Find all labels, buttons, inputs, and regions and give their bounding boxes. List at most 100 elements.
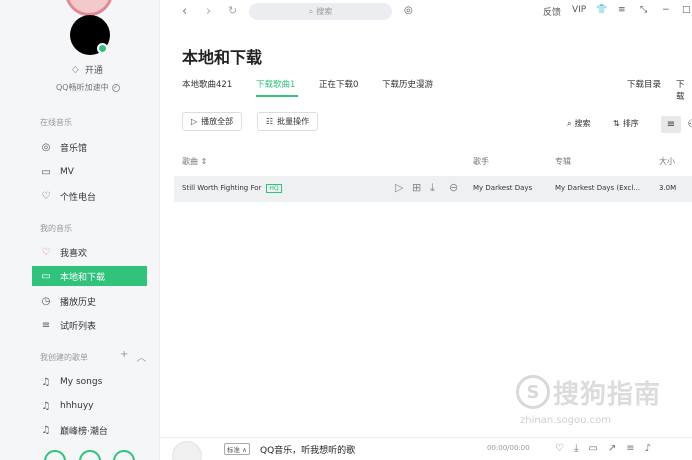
feedback-link[interactable]: 反馈 — [543, 5, 561, 18]
sidebar-item-label: 我喜欢 — [60, 248, 88, 259]
music-note-icon: ♫ — [41, 400, 51, 412]
search-icon: ⌕ — [567, 118, 572, 128]
vip-open-link[interactable]: ◇ 开通 — [72, 63, 103, 77]
chevron-up-icon[interactable]: ︿ — [136, 349, 146, 364]
artist-cell[interactable]: My Darkest Days — [473, 184, 532, 192]
sidebar-item-history[interactable]: ◷ 播放历史 — [32, 291, 147, 311]
menu-icon[interactable]: ≡ — [618, 5, 626, 15]
sidebar-item-mv[interactable]: ▭ MV — [32, 162, 147, 182]
person-icon: ⚇ — [688, 119, 692, 130]
music-note-icon: ♫ — [41, 424, 51, 436]
online-badge-icon — [97, 43, 108, 54]
column-header-album[interactable]: 专辑 — [555, 156, 571, 167]
column-song-label: 歌曲 — [182, 157, 198, 166]
sidebar-item-label: My songs — [60, 377, 103, 387]
vip-open-label: 开通 — [84, 66, 103, 76]
sidebar-item-label: 本地和下载 — [60, 272, 106, 283]
size-cell: 3.0M — [659, 184, 677, 192]
maximize-icon[interactable]: □ — [682, 5, 691, 15]
column-header-artist[interactable]: 歌手 — [473, 156, 489, 167]
search-icon: ⌕ — [308, 6, 314, 16]
sidebar-item-label: 巅峰榜·潮台 — [60, 426, 108, 437]
sidebar-item-local-download[interactable]: ▭ 本地和下载 — [32, 266, 147, 286]
column-header-size[interactable]: 大小 — [659, 156, 675, 167]
list-view-button[interactable]: ≡ — [661, 116, 681, 133]
sidebar-item-radio[interactable]: ♡ 个性电台 — [32, 186, 147, 206]
volume-icon[interactable]: ♪ — [645, 443, 651, 454]
diamond-icon: ◇ — [72, 64, 79, 75]
tab-local-songs[interactable]: 本地歌曲421 — [182, 78, 232, 90]
mini-mode-icon[interactable]: ⤡ — [640, 5, 647, 15]
listen-recognize-icon[interactable]: ◎ — [404, 5, 413, 16]
download-dir-link[interactable]: 下载目录 — [627, 78, 661, 90]
add-icon[interactable]: + — [120, 349, 128, 364]
sort-button[interactable]: ⇅ 排序 — [613, 118, 639, 129]
artist-view-button[interactable]: ⚇ — [682, 116, 692, 133]
download-settings-link[interactable]: 下载 — [676, 78, 692, 102]
monitor-icon: ▭ — [41, 270, 51, 282]
tab-downloaded-songs[interactable]: 下载歌曲1 — [256, 78, 295, 90]
sidebar: ◇ 开通 QQ畅听加速中 ✓ 在线音乐 ◎ 音乐馆 ▭ MV ♡ 个性电台 我的… — [0, 0, 160, 460]
player-actions: ♡ ⤓ ▭ ↗ ≡ ♪ — [555, 443, 651, 454]
back-arrow-icon[interactable]: ‹ — [182, 4, 187, 19]
top-avatar-decoration — [65, 0, 113, 16]
comment-icon[interactable]: ▭ — [588, 443, 597, 454]
more-icon[interactable]: ⊖ — [449, 181, 458, 194]
playlist-icon[interactable]: ≡ — [626, 443, 634, 454]
sort-arrows-icon: ⇕ — [200, 157, 208, 166]
sidebar-item-playlist[interactable]: ♫ My songs — [32, 372, 147, 392]
tab-downloading[interactable]: 正在下载0 — [319, 78, 358, 90]
watermark-logo: S — [516, 375, 550, 409]
play-button[interactable] — [79, 450, 101, 460]
song-title-cell[interactable]: Still Worth Fighting For HQ — [182, 184, 282, 193]
sidebar-item-label: 试听列表 — [60, 321, 97, 332]
share-icon[interactable]: ↗ — [608, 443, 616, 454]
disc-icon: ◎ — [41, 141, 51, 153]
sort-icon: ⇅ — [613, 119, 620, 128]
accel-label: QQ畅听加速中 — [56, 83, 109, 92]
like-icon[interactable]: ♡ — [555, 443, 564, 454]
batch-operation-button[interactable]: ☷ 批量操作 — [257, 112, 319, 131]
quality-label: 标准 — [227, 446, 240, 454]
top-bar: ‹ › ↻ ⌕ 搜索 ◎ 反馈 VIP 👕 ≡ ⤡ − □ — [160, 0, 692, 24]
minimize-icon[interactable]: − — [662, 5, 670, 15]
section-title-my-music: 我的音乐 — [40, 224, 72, 233]
album-cell[interactable]: My Darkest Days (Excl... — [555, 184, 640, 192]
forward-arrow-icon[interactable]: › — [206, 4, 211, 19]
search-input[interactable]: ⌕ 搜索 — [249, 3, 392, 20]
sort-label: 排序 — [622, 119, 639, 128]
sidebar-item-trial-list[interactable]: ≡ 试听列表 — [32, 315, 147, 335]
quality-selector[interactable]: 标准 ∧ — [224, 443, 250, 455]
sidebar-item-favorites[interactable]: ♡ 我喜欢 — [32, 242, 147, 262]
sidebar-item-label: MV — [60, 167, 74, 177]
player-bar: 标准 ∧ QQ音乐，听我想听的歌 00:00/00:00 ♡ ⤓ ▭ ↗ ≡ ♪ — [160, 437, 692, 460]
column-header-song[interactable]: 歌曲 ⇕ — [182, 156, 207, 167]
download-icon[interactable]: ⤓ — [574, 443, 578, 454]
batch-label: 批量操作 — [277, 117, 310, 126]
download-icon[interactable]: ⤓ — [430, 181, 435, 195]
next-button[interactable] — [113, 450, 135, 460]
play-all-button[interactable]: ▷ 播放全部 — [182, 112, 243, 131]
sidebar-item-label: hhhuyy — [60, 401, 94, 411]
prev-button[interactable] — [44, 450, 66, 460]
refresh-icon[interactable]: ↻ — [228, 4, 237, 17]
tab-download-history[interactable]: 下载历史漫游 — [382, 78, 433, 90]
sidebar-item-music-hall[interactable]: ◎ 音乐馆 — [32, 137, 147, 157]
section-title-created-playlists: 我创建的歌单 — [40, 353, 88, 362]
clock-icon: ◷ — [41, 295, 51, 307]
vip-link[interactable]: VIP — [572, 5, 586, 15]
watermark-text: 搜狗指南 — [553, 380, 662, 410]
app-window: ◇ 开通 QQ畅听加速中 ✓ 在线音乐 ◎ 音乐馆 ▭ MV ♡ 个性电台 我的… — [0, 0, 692, 460]
search-list-button[interactable]: ⌕ 搜索 — [567, 118, 590, 129]
album-cover[interactable] — [172, 441, 202, 460]
add-to-icon[interactable]: ⊞ — [412, 181, 421, 194]
page-title: 本地和下载 — [182, 48, 263, 67]
sidebar-item-playlist[interactable]: ♫ hhhuyy — [32, 396, 147, 416]
play-icon[interactable]: ▷ — [395, 181, 403, 194]
sidebar-item-playlist[interactable]: ♫ 巅峰榜·潮台 — [32, 420, 147, 440]
shirt-icon[interactable]: 👕 — [596, 5, 607, 15]
heart-icon: ♡ — [41, 246, 51, 258]
section-title-online-music: 在线音乐 — [40, 118, 72, 127]
list-icon: ≡ — [41, 319, 51, 331]
accel-status[interactable]: QQ畅听加速中 ✓ — [56, 82, 120, 93]
